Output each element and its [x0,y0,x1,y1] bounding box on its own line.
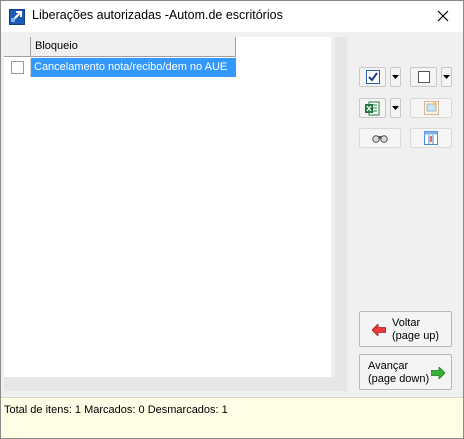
grid-bottom-gutter [4,377,347,391]
back-page-up-button[interactable]: Voltar (page up) [359,311,452,347]
excel-export-icon [365,101,380,115]
uncheck-all-icon [417,71,430,83]
forward-shortcut-label: (page down) [368,373,430,385]
check-all-button[interactable] [359,67,386,87]
back-shortcut-label: (page up) [392,330,440,342]
row-checkbox-cell[interactable] [4,58,31,77]
columns-button[interactable] [410,128,452,148]
check-all-icon [365,70,380,84]
header-bloqueio[interactable]: Bloqueio [31,37,236,57]
title-bar: Liberações autorizadas -Autom.de escritó… [1,1,463,32]
app-icon [9,9,25,25]
header-check-column[interactable] [4,37,31,57]
uncheck-all-button[interactable] [410,67,437,87]
window-title: Liberações autorizadas -Autom.de escritó… [32,8,283,22]
find-binoculars-icon [372,135,388,143]
export-options-dropdown[interactable] [390,98,401,118]
row-checkbox[interactable] [11,61,24,74]
image-button[interactable] [410,98,452,118]
status-summary: Total de itens: 1 Marcados: 0 Desmarcado… [4,404,228,416]
excel-export-button[interactable] [359,98,386,118]
close-icon [437,10,449,22]
grid-header: Bloqueio [4,37,236,58]
find-button[interactable] [359,128,401,148]
arrow-left-icon [372,324,386,336]
chevron-down-icon [392,75,399,79]
columns-icon [424,131,438,145]
forward-page-down-button[interactable]: Avançar (page down) [359,354,452,390]
arrow-right-icon [431,367,445,379]
image-icon [423,101,439,115]
dialog-window: Liberações autorizadas -Autom.de escritó… [0,0,464,439]
forward-label: Avançar [368,360,409,372]
status-bar: Total de itens: 1 Marcados: 0 Desmarcado… [1,397,463,438]
chevron-down-icon [392,106,399,110]
data-grid[interactable]: Bloqueio Cancelamento nota/recibo/dem no… [4,37,331,377]
back-label: Voltar [392,317,421,329]
close-button[interactable] [430,5,456,27]
uncheck-options-dropdown[interactable] [441,67,452,87]
table-row[interactable]: Cancelamento nota/recibo/dem no AUE [4,58,236,77]
check-options-dropdown[interactable] [390,67,401,87]
chevron-down-icon [443,75,450,79]
grid-scroll-gutter [335,37,347,391]
row-bloqueio-cell[interactable]: Cancelamento nota/recibo/dem no AUE [31,58,236,77]
